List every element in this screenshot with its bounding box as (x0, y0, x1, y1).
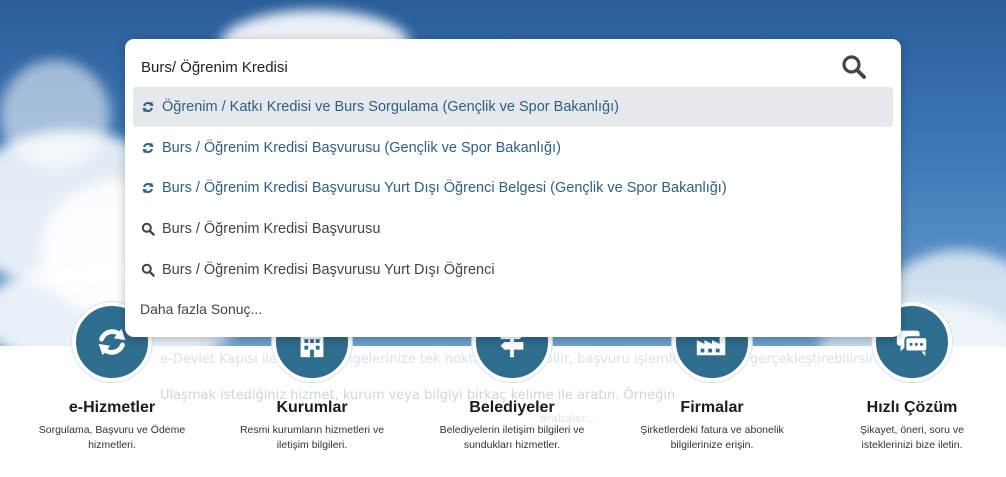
autocomplete-item[interactable]: Burs / Öğrenim Kredisi Başvurusu Yurt Dı… (133, 250, 893, 290)
refresh-icon (142, 182, 154, 194)
autocomplete-item-label: Öğrenim / Katkı Kredisi ve Burs Sorgulam… (162, 99, 619, 115)
autocomplete-item-label: Burs / Öğrenim Kredisi Başvurusu Yurt Dı… (162, 180, 727, 197)
search-button[interactable] (837, 51, 871, 83)
autocomplete-item[interactable]: Burs / Öğrenim Kredisi Başvurusu (133, 209, 893, 249)
service-description: Belediyelerin iletişim bilgileri ve sund… (439, 424, 585, 451)
cloud (0, 60, 110, 170)
search-icon (141, 222, 155, 236)
search-input[interactable] (141, 53, 831, 81)
service-title: e-Hizmetler (68, 399, 156, 416)
service-description: Şikayet, öneri, soru ve isteklerinizi bi… (860, 424, 964, 451)
service-description: Sorgulama, Başvuru ve Ödeme hizmetleri. (38, 424, 186, 451)
search-icon (141, 263, 155, 277)
service-title: Kurumlar (276, 399, 348, 416)
search-panel: Öğrenim / Katkı Kredisi ve Burs Sorgulam… (125, 39, 901, 337)
autocomplete-list: Öğrenim / Katkı Kredisi ve Burs Sorgulam… (133, 87, 893, 290)
autocomplete-item-label: Burs / Öğrenim Kredisi Başvurusu Yurt Dı… (162, 261, 495, 278)
service-description: Resmi kurumların hizmetleri ve iletişim … (239, 424, 385, 451)
service-title: Belediyeler (469, 399, 555, 416)
autocomplete-item[interactable]: Burs / Öğrenim Kredisi Başvurusu Yurt Dı… (133, 168, 893, 208)
search-icon (842, 55, 866, 79)
service-title: Firmalar (680, 399, 744, 416)
service-title: Hızlı Çözüm (866, 399, 958, 416)
refresh-icon (142, 142, 154, 154)
autocomplete-item[interactable]: Öğrenim / Katkı Kredisi ve Burs Sorgulam… (133, 87, 893, 127)
refresh-icon (142, 101, 154, 113)
more-results-link[interactable]: Daha fazla Sonuç... (140, 301, 262, 317)
autocomplete-item-label: Burs / Öğrenim Kredisi Başvurusu (162, 221, 381, 238)
autocomplete-item-label: Burs / Öğrenim Kredisi Başvurusu (Gençli… (162, 139, 561, 156)
autocomplete-item[interactable]: Burs / Öğrenim Kredisi Başvurusu (Gençli… (133, 128, 893, 168)
service-description: Şirketlerdeki fatura ve abonelik bilgile… (640, 424, 784, 451)
